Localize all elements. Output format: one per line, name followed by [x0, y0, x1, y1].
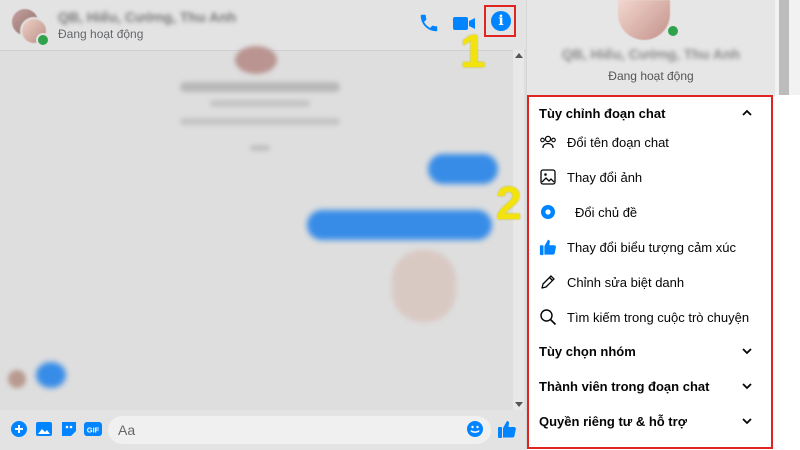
thumbs-up-icon[interactable]	[497, 419, 516, 438]
thumbs-up-icon	[539, 239, 556, 256]
scrollbar-thumb[interactable]	[779, 0, 789, 95]
menu-item-change-theme[interactable]: Đổi chủ đề	[529, 195, 771, 229]
panel-scrollbar[interactable]	[775, 0, 800, 95]
sticker	[392, 250, 456, 322]
menu-item-label: Đổi chủ đề	[575, 205, 638, 220]
search-icon	[540, 309, 557, 326]
menu-item-search-conversation[interactable]: Tìm kiếm trong cuộc trò chuyện	[529, 300, 771, 334]
conversation-status: Đang hoạt động	[58, 27, 144, 41]
blurred-text	[180, 118, 340, 125]
chevron-up-icon	[742, 109, 752, 116]
scroll-down-icon[interactable]	[515, 402, 523, 407]
chat-column: QB, Hiếu, Cường, Thu Anh Đang hoạt động …	[0, 0, 526, 450]
emoji-icon[interactable]	[466, 420, 484, 438]
chevron-down-icon	[742, 418, 752, 425]
blurred-text	[180, 82, 340, 92]
online-status-dot	[36, 33, 50, 47]
chat-scrollbar[interactable]	[513, 50, 524, 410]
gif-label: GIF	[87, 426, 100, 435]
conversation-name[interactable]: QB, Hiếu, Cường, Thu Anh	[58, 9, 236, 25]
message-input[interactable]	[108, 416, 491, 444]
menu-item-edit-nicknames[interactable]: Chỉnh sửa biệt danh	[529, 265, 771, 299]
image-icon	[540, 169, 556, 185]
avatar	[8, 370, 26, 388]
menu-item-label: Tìm kiếm trong cuộc trò chuyện	[567, 310, 750, 325]
message-composer: GIF	[0, 410, 526, 450]
messenger-window: QB, Hiếu, Cường, Thu Anh Đang hoạt động …	[0, 0, 800, 450]
section-label: Thành viên trong đoạn chat	[539, 379, 710, 394]
panel-conversation-name: QB, Hiếu, Cường, Thu Anh	[561, 46, 741, 62]
info-icon: i	[491, 11, 511, 31]
conversation-info-button[interactable]: i	[484, 5, 516, 37]
menu-item-rename-chat[interactable]: Đổi tên đoạn chat	[529, 125, 771, 159]
chat-header: QB, Hiếu, Cường, Thu Anh Đang hoạt động …	[0, 0, 526, 51]
chat-options-menu: Tùy chỉnh đoạn chat Đổi tên đoạn chat Th…	[527, 95, 773, 449]
menu-item-change-emoji[interactable]: Thay đổi biểu tượng cảm xúc	[529, 230, 771, 264]
gif-icon[interactable]: GIF	[84, 420, 102, 438]
menu-item-label: Thay đổi biểu tượng cảm xúc	[567, 240, 736, 255]
phone-icon[interactable]	[418, 12, 444, 38]
menu-item-change-photo[interactable]: Thay đổi ảnh	[529, 160, 771, 194]
step-marker-1: 1	[460, 25, 486, 77]
section-label: Tùy chỉnh đoạn chat	[539, 106, 666, 121]
sticker-icon[interactable]	[60, 420, 78, 438]
avatar	[618, 0, 670, 40]
blurred-text	[250, 145, 270, 151]
message-bubble	[307, 210, 492, 240]
group-avatar[interactable]	[12, 9, 50, 47]
message-bubble	[36, 362, 66, 388]
theme-icon	[541, 205, 555, 219]
menu-item-label: Thay đổi ảnh	[567, 170, 643, 185]
plus-circle-icon[interactable]	[10, 420, 28, 438]
pencil-icon	[541, 275, 555, 289]
chevron-down-icon	[742, 348, 752, 355]
blurred-text	[210, 100, 310, 107]
section-group-options[interactable]: Tùy chọn nhóm	[529, 335, 771, 369]
scroll-up-icon[interactable]	[515, 53, 523, 58]
section-chat-members[interactable]: Thành viên trong đoạn chat	[529, 370, 771, 404]
section-label: Quyền riêng tư & hỗ trợ	[539, 414, 687, 429]
step-marker-2: 2	[496, 177, 522, 229]
menu-item-label: Chỉnh sửa biệt danh	[567, 275, 685, 290]
section-label: Tùy chọn nhóm	[539, 344, 636, 359]
online-status-dot	[666, 24, 680, 38]
people-icon	[540, 135, 556, 149]
menu-item-label: Đổi tên đoạn chat	[567, 135, 669, 150]
photo-icon[interactable]	[35, 420, 53, 438]
chevron-down-icon	[742, 383, 752, 390]
panel-header: QB, Hiếu, Cường, Thu Anh Đang hoạt động	[527, 0, 775, 96]
panel-status: Đang hoạt động	[608, 69, 694, 83]
avatar	[235, 46, 277, 74]
message-bubble	[428, 154, 498, 184]
section-privacy-support[interactable]: Quyền riêng tư & hỗ trợ	[529, 405, 771, 439]
